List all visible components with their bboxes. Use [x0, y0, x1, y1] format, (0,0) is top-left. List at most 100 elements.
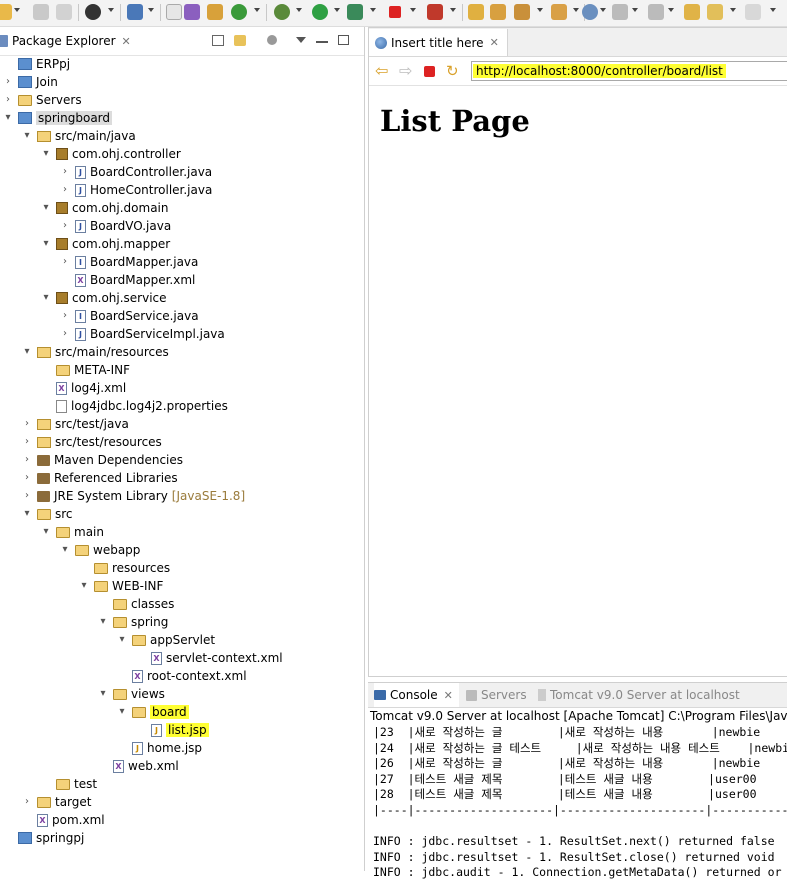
tree-item[interactable]: › J HomeController.java	[60, 181, 212, 199]
collapsed-twisty-icon[interactable]: ›	[60, 329, 70, 339]
tab-console[interactable]: Console ✕	[374, 683, 459, 707]
collapsed-twisty-icon[interactable]: ›	[60, 167, 70, 177]
previous-annotation-icon[interactable]	[648, 4, 664, 20]
tree-item[interactable]: ▾ board	[117, 703, 189, 721]
tab-servers[interactable]: Servers	[466, 683, 527, 707]
external-tools-icon[interactable]	[427, 4, 443, 20]
tree-item[interactable]: Jlist.jsp	[136, 721, 209, 739]
external-tools-dropdown-icon[interactable]	[450, 8, 456, 12]
expanded-twisty-icon[interactable]: ▾	[22, 347, 32, 357]
expanded-twisty-icon[interactable]: ▾	[3, 113, 13, 123]
open-type-icon[interactable]	[468, 4, 484, 20]
forward-icon[interactable]	[745, 4, 761, 20]
back-icon[interactable]: ⇦	[375, 63, 391, 79]
tree-item[interactable]: › Servers	[3, 91, 82, 109]
tree-item[interactable]: ▾ WEB-INF	[79, 577, 163, 595]
collapsed-twisty-icon[interactable]: ›	[60, 221, 70, 231]
tree-item[interactable]: › src/test/resources	[22, 433, 162, 451]
expanded-twisty-icon[interactable]: ▾	[41, 239, 51, 249]
collapsed-twisty-icon[interactable]: ›	[22, 455, 32, 465]
collapsed-twisty-icon[interactable]: ›	[60, 257, 70, 267]
open-task-icon[interactable]	[490, 4, 506, 20]
forward-icon[interactable]: ⇨	[399, 63, 415, 79]
console-dropdown-icon[interactable]	[148, 8, 154, 12]
save-icon[interactable]	[33, 4, 49, 20]
stop-icon[interactable]	[389, 6, 401, 18]
tree-item[interactable]: ▾ main	[41, 523, 104, 541]
tree-item[interactable]: ▾ com.ohj.domain	[41, 199, 168, 217]
tree-item[interactable]: log4jdbc.log4j2.properties	[41, 397, 228, 415]
tab-tomcat-server[interactable]: Tomcat v9.0 Server at localhost	[538, 683, 740, 707]
tree-item[interactable]: › Join	[3, 73, 58, 91]
tree-item[interactable]: › Referenced Libraries	[22, 469, 178, 487]
tree-item[interactable]: ▾ springboard	[3, 109, 113, 127]
collapsed-twisty-icon[interactable]: ›	[60, 311, 70, 321]
expanded-twisty-icon[interactable]: ▾	[98, 689, 108, 699]
tree-item[interactable]: ▾ src/main/java	[22, 127, 135, 145]
globe-icon[interactable]	[582, 4, 598, 20]
link-with-editor-icon[interactable]	[234, 35, 246, 46]
tree-item[interactable]: › J BoardVO.java	[60, 217, 171, 235]
close-icon[interactable]: ✕	[490, 36, 499, 49]
tree-item[interactable]: springpj	[3, 829, 84, 847]
package-explorer-tab[interactable]: Package Explorer ✕	[0, 29, 135, 53]
save-all-icon[interactable]	[56, 4, 72, 20]
tree-item[interactable]: › I BoardMapper.java	[60, 253, 198, 271]
expanded-twisty-icon[interactable]: ▾	[98, 617, 108, 627]
tree-item[interactable]: ▾ spring	[98, 613, 168, 631]
maximize-icon[interactable]	[338, 35, 349, 45]
collapsed-twisty-icon[interactable]: ›	[22, 491, 32, 501]
tree-item[interactable]: ▾ com.ohj.mapper	[41, 235, 170, 253]
collapsed-twisty-icon[interactable]: ›	[22, 419, 32, 429]
new-icon[interactable]	[0, 4, 12, 20]
tree-item[interactable]: Xpom.xml	[22, 811, 105, 829]
minimize-icon[interactable]	[316, 41, 328, 43]
tree-item[interactable]: › J BoardController.java	[60, 163, 212, 181]
coverage-dropdown-icon[interactable]	[370, 8, 376, 12]
expanded-twisty-icon[interactable]: ▾	[22, 131, 32, 141]
tree-item[interactable]: ▾ com.ohj.service	[41, 289, 166, 307]
collapsed-twisty-icon[interactable]: ›	[22, 473, 32, 483]
close-icon[interactable]: ✕	[444, 689, 453, 702]
forward-dropdown-icon[interactable]	[770, 8, 776, 12]
refresh-icon[interactable]: ↻	[446, 63, 462, 79]
expanded-twisty-icon[interactable]: ▾	[22, 509, 32, 519]
skip-breakpoints-icon[interactable]	[166, 4, 182, 20]
tree-item[interactable]: › Maven Dependencies	[22, 451, 183, 469]
tree-item[interactable]: resources	[79, 559, 170, 577]
console-icon[interactable]	[127, 4, 143, 20]
tree-item[interactable]: › I BoardService.java	[60, 307, 199, 325]
stop-dropdown-icon[interactable]	[410, 8, 416, 12]
view-menu-icon[interactable]	[296, 37, 306, 43]
collapsed-twisty-icon[interactable]: ›	[22, 437, 32, 447]
debug-icon[interactable]	[274, 4, 290, 20]
expanded-twisty-icon[interactable]: ▾	[117, 635, 127, 645]
tree-item[interactable]: test	[41, 775, 97, 793]
tree-item[interactable]: Jhome.jsp	[117, 739, 202, 757]
focus-on-active-task-icon[interactable]	[267, 35, 277, 45]
previous-annotation-dropdown-icon[interactable]	[668, 8, 674, 12]
tree-item[interactable]: META-INF	[41, 361, 130, 379]
tree-item[interactable]: Xroot-context.xml	[117, 667, 247, 685]
console-output[interactable]: |23 |새로 작성하는 글 |새로 작성하는 내용 |newbie |20 |…	[373, 725, 787, 881]
tree-item[interactable]: ▾ webapp	[60, 541, 140, 559]
expanded-twisty-icon[interactable]: ▾	[60, 545, 70, 555]
tree-item[interactable]: ▾ views	[98, 685, 164, 703]
tree-item[interactable]: › J BoardServiceImpl.java	[60, 325, 225, 343]
collapse-all-icon[interactable]	[212, 35, 224, 46]
back-icon[interactable]	[707, 4, 723, 20]
tree-item[interactable]: ERPpj	[3, 55, 70, 73]
collapsed-twisty-icon[interactable]: ›	[3, 95, 13, 105]
tree-item[interactable]: ▾ src/main/resources	[22, 343, 168, 361]
coverage-icon[interactable]	[347, 4, 363, 20]
back-dropdown-icon[interactable]	[730, 8, 736, 12]
collapsed-twisty-icon[interactable]: ›	[60, 185, 70, 195]
globe-dropdown-icon[interactable]	[600, 8, 606, 12]
tree-item[interactable]: ▾ com.ohj.controller	[41, 145, 180, 163]
build-icon[interactable]	[184, 4, 200, 20]
perspective-dropdown-icon[interactable]	[573, 8, 579, 12]
open-perspective-icon[interactable]	[551, 4, 567, 20]
expanded-twisty-icon[interactable]: ▾	[79, 581, 89, 591]
account-dropdown-icon[interactable]	[108, 8, 114, 12]
expanded-twisty-icon[interactable]: ▾	[41, 293, 51, 303]
